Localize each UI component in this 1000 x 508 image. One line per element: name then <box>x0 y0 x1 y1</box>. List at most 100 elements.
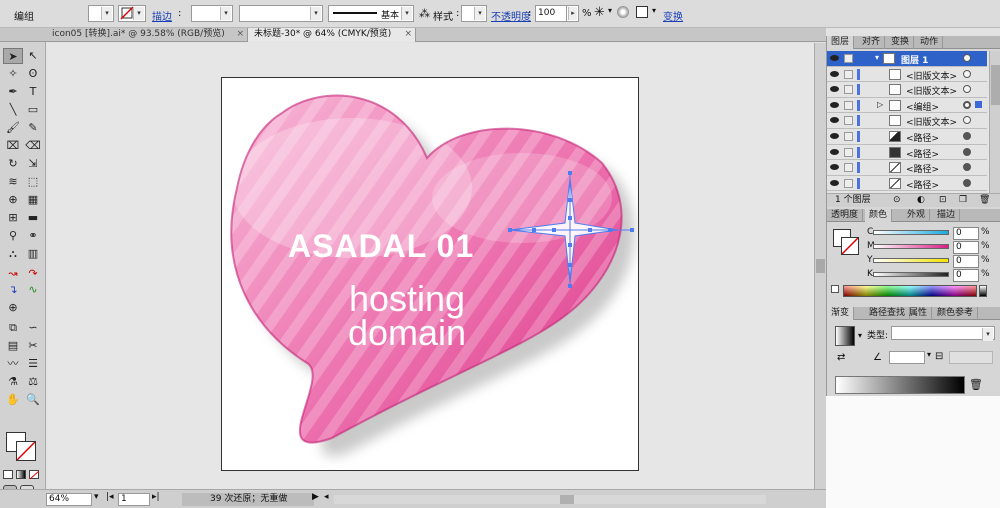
zoom-tool-icon[interactable]: 🔍 <box>23 392 43 408</box>
slider-track[interactable] <box>873 244 949 249</box>
target-icon[interactable] <box>963 100 971 109</box>
layers-scrollbar[interactable] <box>989 51 1000 193</box>
layer-name[interactable]: <路径> <box>906 131 939 144</box>
target-icon[interactable] <box>963 178 971 187</box>
lock-toggle[interactable] <box>844 132 853 141</box>
layer-name[interactable]: <路径> <box>906 147 939 160</box>
fill-swatch[interactable]: ▾ <box>88 5 114 22</box>
opacity-dropdown[interactable]: ▸ <box>567 5 579 22</box>
stroke-color-swatch[interactable] <box>16 441 36 461</box>
tab-stroke[interactable]: 描边 <box>933 209 961 222</box>
graphic-style-swatch[interactable]: ▾ <box>461 5 487 22</box>
zigzag-icon[interactable]: 〰 <box>3 356 23 372</box>
layer-name[interactable]: <路径> <box>906 162 939 175</box>
magenta-value[interactable]: 0 <box>953 241 979 254</box>
transform-link[interactable]: 变换 <box>663 8 683 23</box>
lock-toggle[interactable] <box>844 147 853 157</box>
color-stroke-proxy[interactable] <box>841 237 859 255</box>
selection-tool-icon[interactable]: ➤ <box>3 48 23 64</box>
color-mode-icon[interactable] <box>3 470 13 479</box>
target-icon[interactable] <box>963 69 971 78</box>
slider-track[interactable] <box>873 272 949 277</box>
opacity-link[interactable]: 不透明度 <box>491 8 531 23</box>
magic-wand-icon[interactable]: ✧ <box>3 66 23 82</box>
delete-stop-icon[interactable]: 🗑 <box>969 378 983 391</box>
none-mode-icon[interactable] <box>29 470 39 479</box>
stroke-swatch[interactable]: ▾ <box>118 5 146 22</box>
locate-object-icon[interactable]: ⊙ <box>893 194 901 207</box>
eye-icon[interactable] <box>830 117 839 124</box>
aspect-ratio-field[interactable] <box>949 351 993 364</box>
target-icon[interactable] <box>963 132 971 140</box>
layer-row-path[interactable]: <路径> <box>827 160 987 176</box>
angle-icon[interactable]: ∠ <box>873 352 882 363</box>
lock-toggle[interactable] <box>844 69 853 79</box>
measure-icon[interactable]: ⚖ <box>23 374 43 390</box>
tab-gradient[interactable]: 渐变 <box>827 307 855 320</box>
angle-field[interactable] <box>889 351 925 364</box>
crosshair-icon[interactable]: ⊕ <box>3 300 23 316</box>
gradient-swatch[interactable] <box>835 326 855 346</box>
tab-pathfinder[interactable]: 路径查找 <box>865 307 911 320</box>
page-field[interactable]: 1 <box>118 493 150 506</box>
variable-width-profile[interactable]: ▾ <box>239 5 323 22</box>
eye-icon[interactable] <box>830 179 839 186</box>
color-spectrum[interactable] <box>843 285 977 297</box>
target-icon[interactable] <box>963 54 971 62</box>
artwork-subtitle[interactable]: hosting domain <box>348 281 466 351</box>
layer-row-layer1[interactable]: ▾ 图层 1 <box>827 51 987 67</box>
target-icon[interactable] <box>963 85 971 94</box>
status-menu-icon[interactable]: ▶ <box>312 492 319 502</box>
direct-selection-tool-icon[interactable]: ↖ <box>23 48 43 64</box>
tab-layers[interactable]: 图层 <box>827 36 855 49</box>
tab-untitled-30[interactable]: 未标题-30* @ 64% (CMYK/预览) × <box>248 28 416 42</box>
hscroll-thumb[interactable] <box>560 495 574 504</box>
magenta-slider[interactable]: M 0 % <box>867 241 993 254</box>
slice-tool-icon[interactable]: ∽ <box>23 320 43 336</box>
eye-icon[interactable] <box>830 164 839 171</box>
scroll-thumb[interactable] <box>816 259 825 273</box>
yellow-slider[interactable]: Y 0 % <box>867 255 993 268</box>
layer-row-group[interactable]: ▷ <编组> <box>827 98 987 114</box>
layer-name[interactable]: <编组> <box>906 100 939 113</box>
layer-row-path[interactable]: <路径> <box>827 129 987 145</box>
layer-name[interactable]: 图层 1 <box>901 53 928 66</box>
eraser-icon[interactable]: ⌫ <box>23 138 43 154</box>
heart-artwork[interactable] <box>222 78 640 472</box>
lock-toggle[interactable] <box>844 100 853 110</box>
delete-layer-icon[interactable]: 🗑 <box>979 194 990 207</box>
canvas-area[interactable]: ASADAL 01 hosting domain <box>47 43 826 489</box>
artboard[interactable]: ASADAL 01 hosting domain <box>221 77 639 471</box>
paintbrush-icon[interactable]: 🖌 <box>3 120 23 136</box>
close-icon[interactable]: × <box>236 28 244 41</box>
layer-row-legacy-text[interactable]: <旧版文本> <box>827 113 987 129</box>
gradient-type-select[interactable]: ▾ <box>891 326 995 341</box>
cyan-value[interactable]: 0 <box>953 227 979 240</box>
lock-toggle[interactable] <box>844 178 853 188</box>
layer-name[interactable]: <旧版文本> <box>906 84 957 97</box>
pen-tool-icon[interactable]: ✒ <box>3 84 23 100</box>
lasso-icon[interactable]: ʘ <box>23 66 43 82</box>
tab-transparency[interactable]: 透明度 <box>827 209 864 222</box>
rotate-tool-icon[interactable]: ↻ <box>3 156 23 172</box>
line-tool-icon[interactable]: ╲ <box>3 102 23 118</box>
grayscale-ramp[interactable] <box>979 285 987 297</box>
gradient-slider[interactable] <box>835 376 965 394</box>
hand-tool-icon[interactable]: ✋ <box>3 392 23 408</box>
expand-icon[interactable]: ▷ <box>877 100 883 109</box>
new-layer-icon[interactable]: ❐ <box>959 194 967 207</box>
warp-tool-icon[interactable]: ≋ <box>3 174 23 190</box>
lock-toggle[interactable] <box>844 85 853 95</box>
layer-row-path[interactable]: <路径> <box>827 145 987 161</box>
mesh-tool-icon[interactable]: ⊞ <box>3 210 23 226</box>
sparkle-icon[interactable]: ✳ <box>594 5 605 20</box>
blob-brush-icon[interactable]: ⌧ <box>3 138 23 154</box>
column-graph-icon[interactable]: ▥ <box>23 246 43 262</box>
collapse-icon[interactable]: ▾ <box>875 53 879 62</box>
eyedropper-2-icon[interactable]: ⚗ <box>3 374 23 390</box>
aspect-ratio-icon[interactable]: ⊟ <box>935 351 943 362</box>
align-to-icon[interactable] <box>636 6 648 18</box>
brush-definition[interactable]: 基本 ▾ <box>328 5 414 22</box>
rectangle-tool-icon[interactable]: ▭ <box>23 102 43 118</box>
tab-color-guide[interactable]: 颜色参考 <box>933 307 979 320</box>
